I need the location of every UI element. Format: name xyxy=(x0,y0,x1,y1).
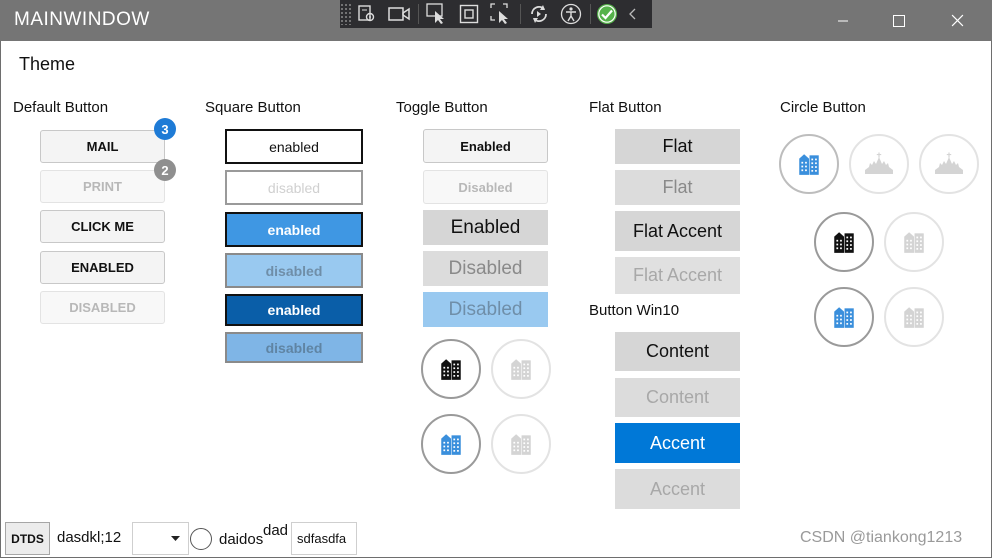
circle-button-heading: Circle Button xyxy=(780,99,866,116)
building-icon xyxy=(438,356,464,382)
win10-content-button-2[interactable]: Content xyxy=(615,378,740,417)
circle-button-7[interactable] xyxy=(884,287,944,347)
track-focus-icon[interactable] xyxy=(489,2,513,26)
win10-accent-button-2[interactable]: Accent xyxy=(615,469,740,509)
dtds-button[interactable]: DTDS xyxy=(5,522,50,555)
square-button-heading: Square Button xyxy=(205,99,301,116)
circle-button-5[interactable] xyxy=(884,212,944,272)
minimize-button[interactable] xyxy=(820,0,866,41)
building-icon xyxy=(831,304,857,330)
live-visual-tree-icon[interactable] xyxy=(355,2,379,26)
toggle-circle-button-2[interactable] xyxy=(491,339,551,399)
toggle-circle-button-3[interactable] xyxy=(421,414,481,474)
flat-button-2[interactable]: Flat xyxy=(615,170,740,205)
bottom-text: dasdkl;12 xyxy=(57,529,122,546)
mail-button[interactable]: MAIL xyxy=(40,130,165,163)
radio-label: daidos xyxy=(219,531,264,548)
square-button-disabled-2[interactable]: disabled xyxy=(225,253,363,288)
enabled-button[interactable]: ENABLED xyxy=(40,251,165,284)
toggle-button-disabled-3[interactable]: Disabled xyxy=(423,292,548,327)
church-icon xyxy=(864,152,894,176)
accessibility-icon[interactable] xyxy=(559,2,583,26)
close-button[interactable] xyxy=(934,0,980,41)
maximize-button[interactable] xyxy=(876,0,922,41)
select-element-icon[interactable] xyxy=(425,2,449,26)
toggle-button-disabled-1[interactable]: Disabled xyxy=(423,170,548,204)
toolbar-grip[interactable] xyxy=(340,3,352,25)
flat-accent-button-1[interactable]: Flat Accent xyxy=(615,211,740,251)
default-button-heading: Default Button xyxy=(13,99,109,116)
display-layout-adorners-icon[interactable] xyxy=(457,2,481,26)
square-button-enabled-2[interactable]: enabled xyxy=(225,212,363,247)
toggle-button-enabled-1[interactable]: Enabled xyxy=(423,129,548,163)
flat-button-heading: Flat Button xyxy=(589,99,662,116)
building-icon xyxy=(796,151,822,177)
daidos-radio[interactable] xyxy=(190,528,212,550)
square-button-enabled-1[interactable]: enabled xyxy=(225,129,363,164)
print-badge: 2 xyxy=(154,159,176,181)
debug-toolbar xyxy=(340,0,652,28)
click-me-button[interactable]: CLICK ME xyxy=(40,210,165,243)
close-icon xyxy=(951,14,963,27)
toggle-button-heading: Toggle Button xyxy=(396,99,488,116)
win10-content-button-1[interactable]: Content xyxy=(615,332,740,371)
maximize-icon xyxy=(893,14,905,27)
text-input[interactable]: sdfasdfa xyxy=(291,522,357,555)
chevron-down-icon xyxy=(171,536,180,541)
hot-reload-icon[interactable] xyxy=(527,2,551,26)
toggle-button-enabled-2[interactable]: Enabled xyxy=(423,210,548,245)
square-button-enabled-3[interactable]: enabled xyxy=(225,294,363,326)
disabled-button[interactable]: DISABLED xyxy=(40,291,165,324)
superscript-text: dad xyxy=(263,522,289,539)
window-title: MAINWINDOW xyxy=(14,9,150,30)
combo-box[interactable] xyxy=(132,522,189,555)
building-icon xyxy=(438,431,464,457)
binding-success-icon[interactable] xyxy=(595,2,619,26)
square-button-disabled-1[interactable]: disabled xyxy=(225,170,363,205)
building-icon xyxy=(831,229,857,255)
watermark: CSDN @tiankong1213 xyxy=(800,529,963,546)
circle-button-4[interactable] xyxy=(814,212,874,272)
circle-button-2[interactable] xyxy=(849,134,909,194)
mail-badge: 3 xyxy=(154,118,176,140)
win10-button-heading: Button Win10 xyxy=(589,302,680,319)
building-icon xyxy=(901,304,927,330)
minimize-icon xyxy=(838,20,848,21)
toggle-button-disabled-2[interactable]: Disabled xyxy=(423,251,548,286)
building-icon xyxy=(508,356,534,382)
square-button-disabled-3[interactable]: disabled xyxy=(225,332,363,363)
collapse-icon[interactable] xyxy=(624,2,642,26)
building-icon xyxy=(901,229,927,255)
church-icon xyxy=(934,152,964,176)
circle-button-1[interactable] xyxy=(779,134,839,194)
circle-button-3[interactable] xyxy=(919,134,979,194)
win10-accent-button-1[interactable]: Accent xyxy=(615,423,740,463)
toggle-circle-button-4[interactable] xyxy=(491,414,551,474)
circle-button-6[interactable] xyxy=(814,287,874,347)
video-icon[interactable] xyxy=(387,2,411,26)
flat-accent-button-2[interactable]: Flat Accent xyxy=(615,257,740,294)
text-input-value: sdfasdfa xyxy=(297,531,347,546)
toggle-circle-button-1[interactable] xyxy=(421,339,481,399)
page-title: Theme xyxy=(19,54,76,74)
print-button[interactable]: PRINT xyxy=(40,170,165,203)
building-icon xyxy=(508,431,534,457)
flat-button-1[interactable]: Flat xyxy=(615,129,740,164)
